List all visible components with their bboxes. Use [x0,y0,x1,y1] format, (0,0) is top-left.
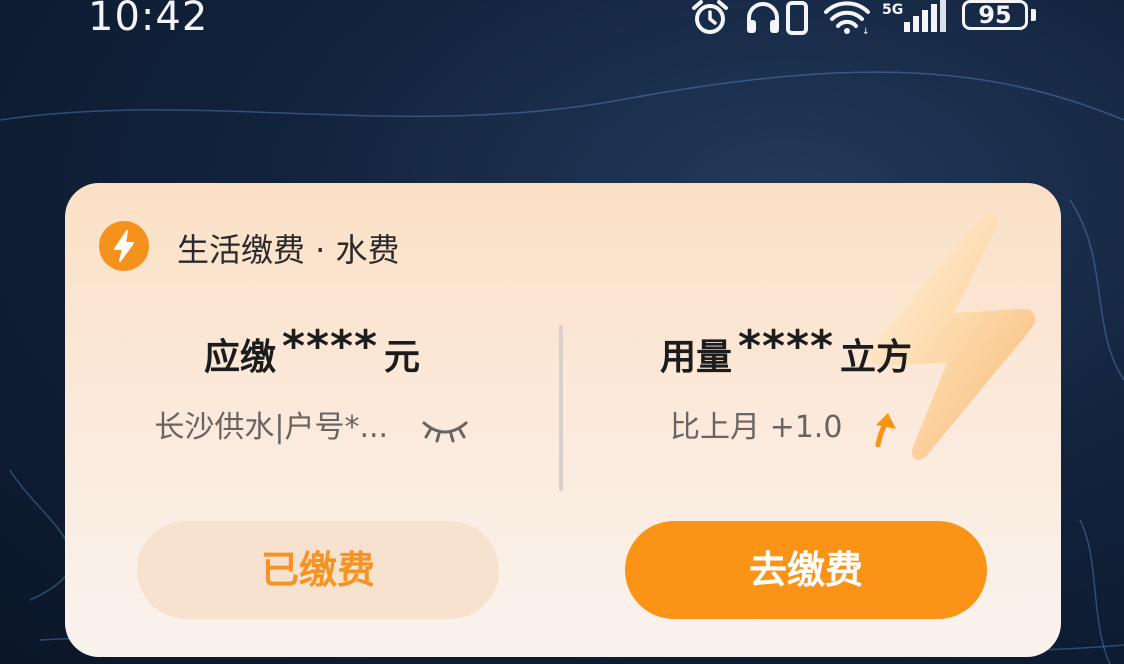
alarm-icon [692,0,728,34]
paid-history-button[interactable]: 已缴费 [137,521,499,619]
masked-usage: **** [737,321,835,372]
svg-text:↓: ↓ [862,27,870,36]
usage-prefix: 用量 [659,337,732,378]
pay-now-button[interactable]: 去缴费 [625,521,987,619]
water-bill-widget[interactable]: 生活缴费 · 水费 应缴 **** 元 长沙供水|户号*... 用量 **** 立方 比… [65,183,1061,657]
amount-unit: 元 [384,337,421,378]
battery-indicator: 95 [962,0,1028,30]
lightning-bolt-icon [99,221,149,271]
status-bar: 10:42 ↓ 5G 95 [0,0,1124,40]
status-time: 10:42 [88,0,209,40]
vibrate-icon [786,1,808,35]
usage-comparison: 比上月 +1.0 [559,402,1013,447]
account-info: 长沙供水|户号*... [65,402,559,446]
headphones-icon [747,2,779,33]
amount-section: 应缴 **** 元 长沙供水|户号*... [65,321,559,446]
wifi-icon: ↓ [824,1,870,36]
network-type-label: 5G [882,2,903,18]
usage-unit: 立方 [840,337,913,378]
signal-icon: 5G [882,0,946,32]
battery-tip [1031,9,1036,21]
arrow-up-icon [875,412,896,447]
masked-amount: **** [281,321,379,372]
account-label: 长沙供水|户号*... [154,410,389,445]
amount-due: 应缴 **** 元 [65,321,559,380]
amount-prefix: 应缴 [203,337,276,378]
widget-title: 生活缴费 · 水费 [177,231,400,269]
comparison-label: 比上月 +1.0 [670,410,843,445]
usage-section: 用量 **** 立方 比上月 +1.0 [559,321,1013,447]
eye-closed-icon[interactable] [420,415,470,443]
usage-amount: 用量 **** 立方 [559,321,1013,380]
